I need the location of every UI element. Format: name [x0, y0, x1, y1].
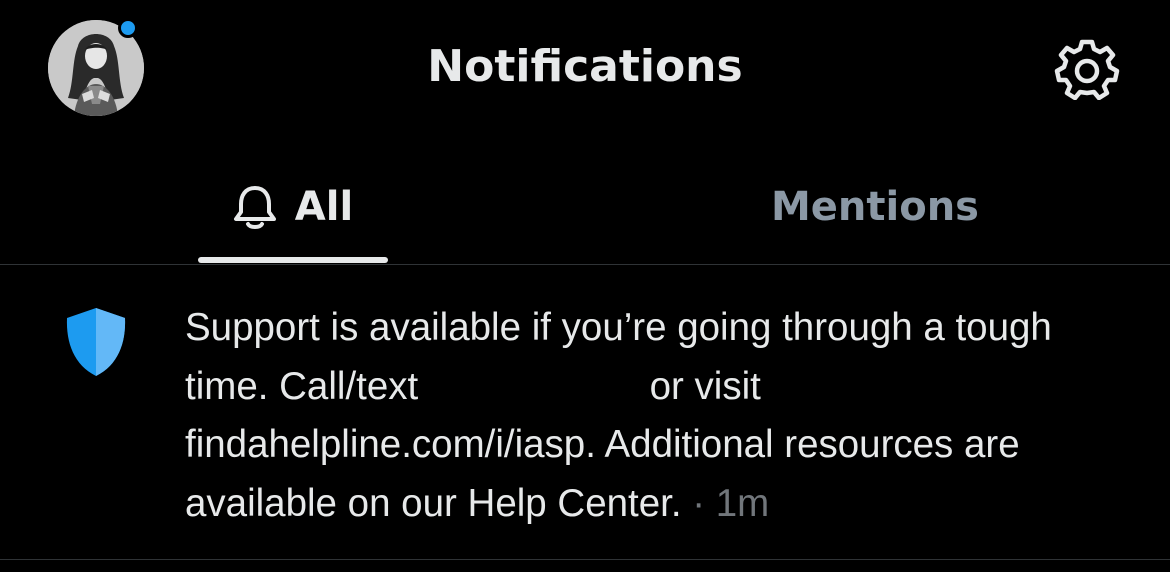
gear-icon [1054, 39, 1120, 101]
bell-icon [233, 186, 276, 229]
notification-tabs: All Mentions [0, 150, 1170, 265]
unread-indicator-dot [118, 18, 138, 38]
page-title: Notifications [427, 41, 743, 92]
tab-mentions-label: Mentions [770, 184, 979, 230]
notification-text: Support is available if you’re going thr… [185, 299, 1145, 533]
tab-mentions[interactable]: Mentions [700, 150, 1050, 264]
separator-dot: · [681, 481, 716, 525]
settings-button[interactable] [1054, 38, 1120, 101]
redacted-phone-number [436, 364, 633, 409]
shield-icon [66, 308, 126, 376]
top-bar: Notifications [0, 0, 1170, 140]
notification-item[interactable]: Support is available if you’re going thr… [0, 265, 1170, 560]
tab-all-label: All [294, 184, 354, 230]
notification-timestamp: 1m [715, 481, 770, 525]
active-tab-indicator [198, 257, 388, 263]
tab-all[interactable]: All [198, 150, 388, 264]
